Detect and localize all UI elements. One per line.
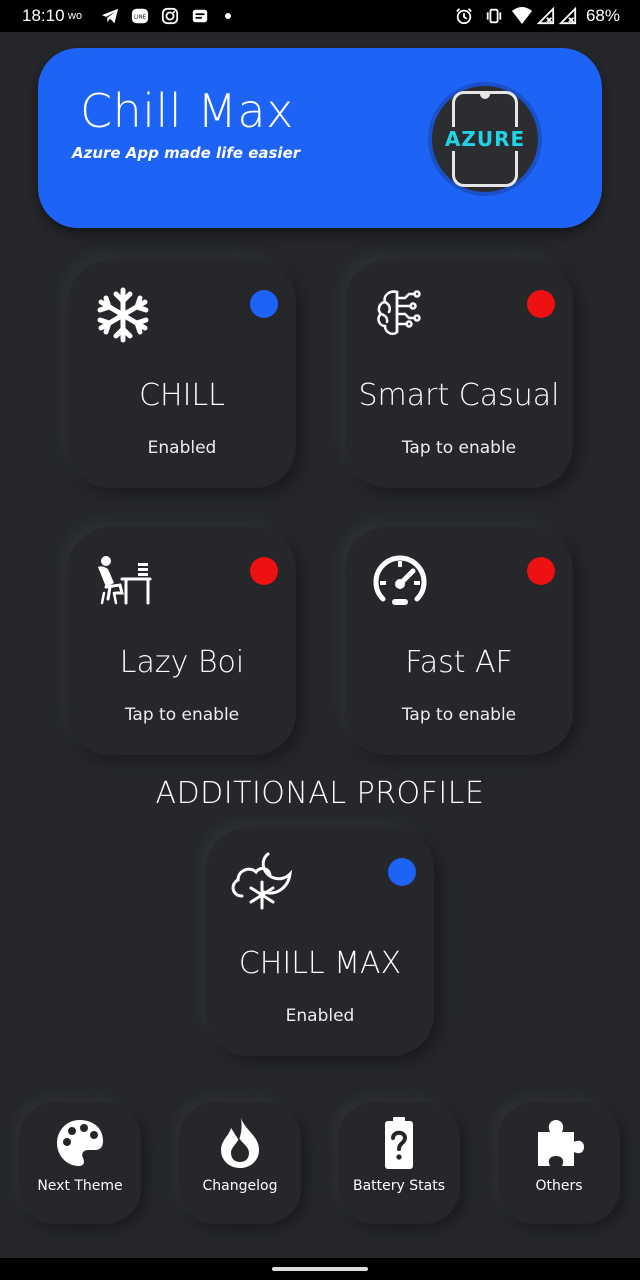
next-theme-button[interactable]: Next Theme <box>19 1102 141 1224</box>
profile-name: Lazy Boi <box>119 645 245 680</box>
section-title: ADDITIONAL PROFILE <box>155 776 485 811</box>
azure-logo: AZURE <box>428 82 542 196</box>
instagram-icon <box>160 6 180 26</box>
changelog-button[interactable]: Changelog <box>179 1102 301 1224</box>
phone-icon: AZURE <box>442 91 528 187</box>
status-indicator <box>250 557 278 585</box>
profile-state: Enabled <box>147 438 217 458</box>
home-gesture-handle[interactable] <box>272 1267 368 1271</box>
lazy-desk-icon <box>98 556 152 605</box>
status-indicator <box>250 290 278 318</box>
app-title: Chill Max <box>80 84 294 138</box>
nav-label: Others <box>535 1178 583 1194</box>
snowflake-icon <box>97 287 149 343</box>
cloud-snow-moon-icon <box>231 852 293 910</box>
profile-card-chill-max[interactable]: CHILL MAX Enabled <box>206 828 434 1056</box>
profile-state: Tap to enable <box>401 438 517 458</box>
status-bar: 18:10 wo LINE 68% <box>0 0 640 32</box>
alarm-icon <box>454 6 474 26</box>
profile-card-lazy-boi[interactable]: Lazy Boi Tap to enable <box>68 527 296 755</box>
profile-card-chill[interactable]: CHILL Enabled <box>68 260 296 488</box>
logo-text: AZURE <box>442 127 528 151</box>
battery-percent: 68% <box>585 6 620 25</box>
app-subtitle: Azure App made life easier <box>72 144 301 162</box>
nav-label: Changelog <box>202 1178 278 1194</box>
wifi-icon <box>512 6 532 26</box>
status-time: 18:10 <box>22 6 65 25</box>
profile-name: Fast AF <box>405 645 513 680</box>
brain-circuit-icon <box>377 290 421 335</box>
line-icon: LINE <box>130 6 150 26</box>
flame-icon <box>221 1118 259 1168</box>
svg-text:LINE: LINE <box>134 15 147 21</box>
others-button[interactable]: Others <box>498 1102 620 1224</box>
profile-name: CHILL <box>139 378 225 413</box>
battery-stats-button[interactable]: Battery Stats <box>338 1102 460 1224</box>
puzzle-icon <box>538 1120 584 1166</box>
profile-card-smart-casual[interactable]: Smart Casual Tap to enable <box>345 260 573 488</box>
palette-icon <box>57 1120 103 1166</box>
header-card: Chill Max Azure App made life easier AZU… <box>38 48 602 228</box>
status-carrier: wo <box>68 10 83 22</box>
battery-question-icon <box>385 1117 413 1169</box>
system-nav-bar <box>0 1258 640 1280</box>
profile-state: Tap to enable <box>401 705 517 725</box>
dot-icon <box>218 6 238 26</box>
news-icon <box>190 6 210 26</box>
profile-name: Smart Casual <box>358 378 560 413</box>
signal-icon <box>536 6 556 26</box>
profile-state: Tap to enable <box>124 705 240 725</box>
status-indicator <box>388 858 416 886</box>
nav-label: Next Theme <box>37 1178 123 1194</box>
nav-label: Battery Stats <box>352 1178 445 1194</box>
profile-name: CHILL MAX <box>238 946 402 981</box>
status-indicator <box>527 557 555 585</box>
telegram-icon <box>100 6 120 26</box>
profile-card-fast-af[interactable]: Fast AF Tap to enable <box>345 527 573 755</box>
signal-icon <box>558 6 578 26</box>
status-indicator <box>527 290 555 318</box>
speedometer-icon <box>373 555 427 605</box>
profile-state: Enabled <box>285 1006 355 1026</box>
vibrate-icon <box>484 6 504 26</box>
